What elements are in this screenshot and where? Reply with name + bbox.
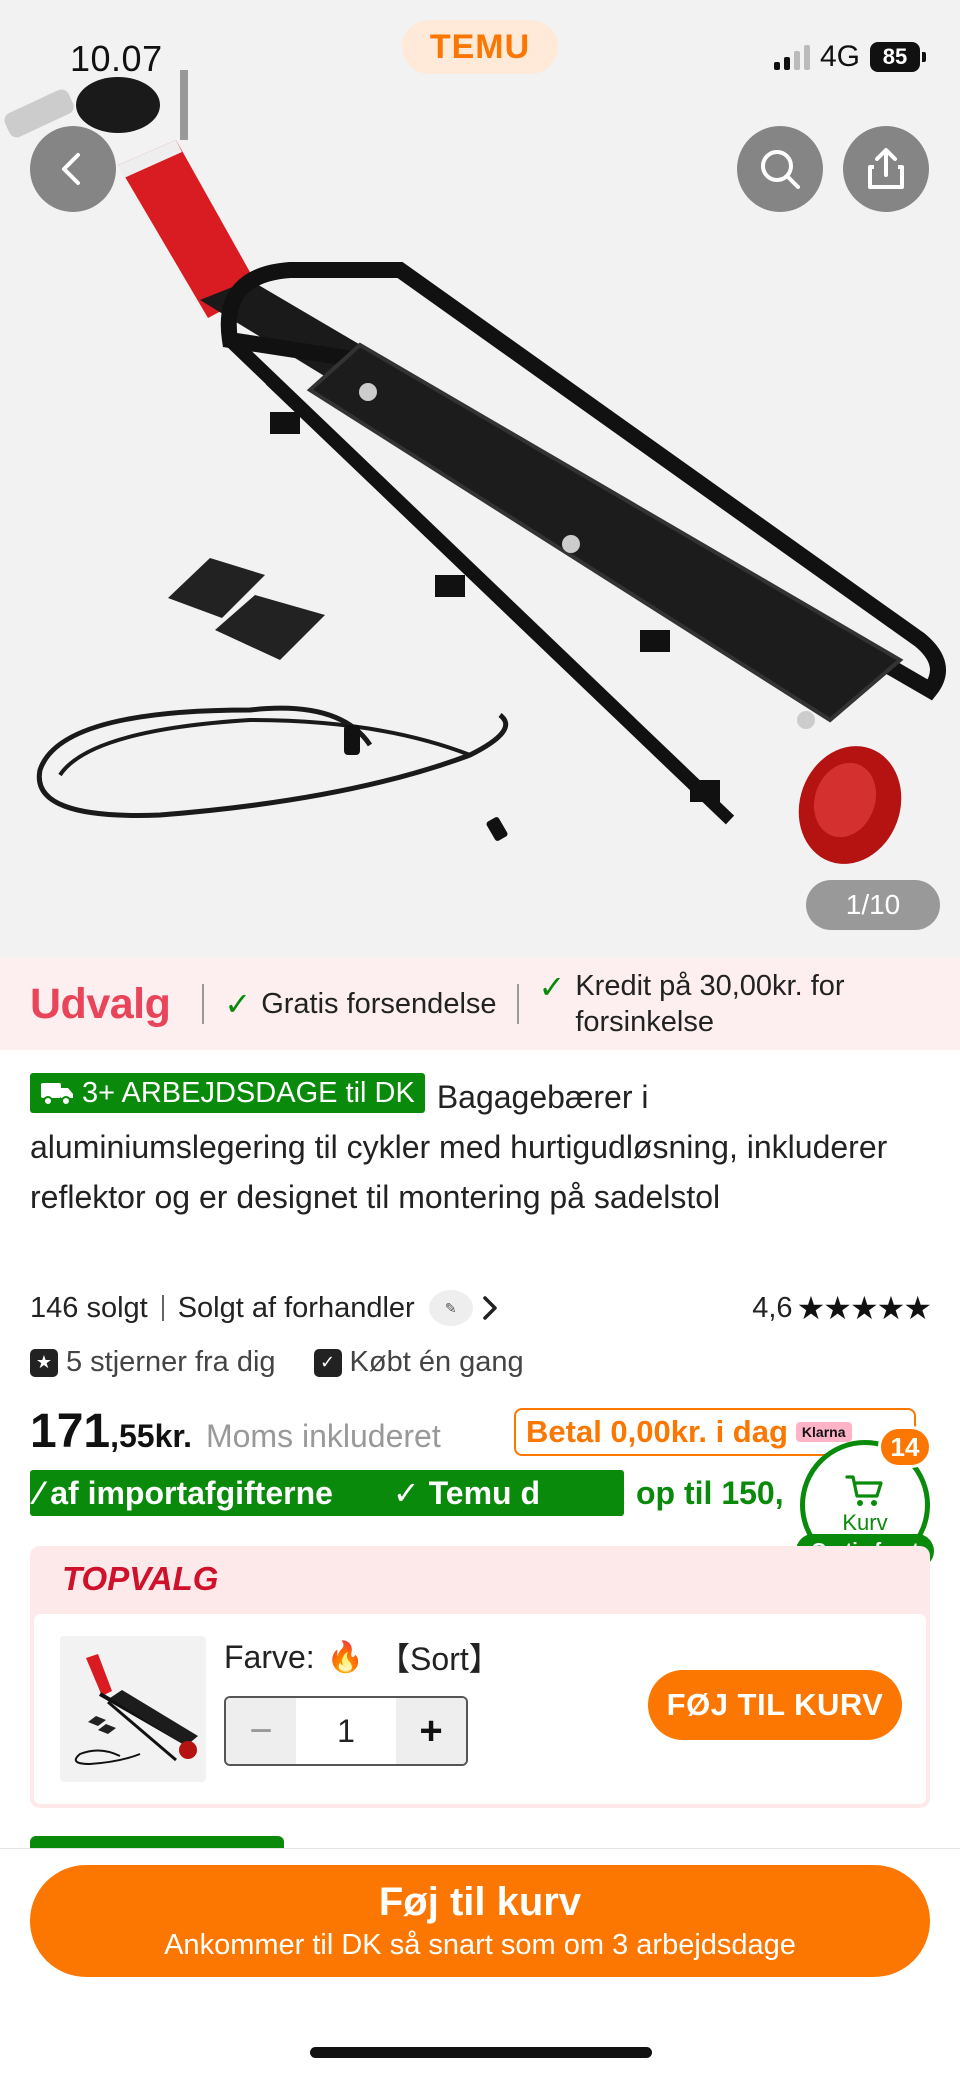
user-history-row: ★ 5 stjerner fra dig ✓ Købt én gang: [30, 1346, 524, 1379]
selection-banner[interactable]: Udvalg ✓ Gratis forsendelse ✓ Kredit på …: [0, 958, 960, 1050]
promo-upto-text: op til 150,: [636, 1474, 784, 1511]
cart-label: Kurv: [842, 1510, 888, 1535]
network-label: 4G: [819, 40, 860, 73]
sold-count: 146 solgt: [30, 1291, 148, 1324]
truck-icon: [41, 1083, 73, 1106]
quantity-value[interactable]: 1: [296, 1698, 396, 1764]
product-title-block: 3+ ARBEJDSDAGE til DK Bagagebærer i alum…: [30, 1072, 930, 1222]
share-icon: [868, 148, 904, 189]
promo-ticker[interactable]: ⁄ af importafgifterne ✓ Temu d op til 15…: [30, 1470, 930, 1516]
divider: [161, 1295, 164, 1321]
klarna-logo: Klarna: [795, 1422, 852, 1442]
bottom-action-bar: Føj til kurv Ankommer til DK så snart so…: [0, 1848, 960, 2079]
rating-value: 4,6: [752, 1291, 793, 1324]
add-to-cart-small-button[interactable]: FØJ TIL KURV: [648, 1670, 902, 1740]
color-label: Farve:: [224, 1638, 315, 1675]
product-image-gallery[interactable]: 10.07 TEMU 4G 85 1/10: [0, 0, 960, 958]
promo-temu-text: ✓ Temu d: [392, 1475, 541, 1511]
battery-icon: 85: [870, 42, 926, 72]
bag-icon: ✓: [313, 1348, 342, 1377]
image-counter: 1/10: [806, 880, 940, 930]
add-to-cart-label: Føj til kurv: [378, 1880, 582, 1924]
divider: [516, 984, 519, 1024]
delay-credit-label: Kredit på 30,00kr. for forsinkelse: [575, 970, 845, 1038]
promo-import-text: ⁄ af importafgifterne: [36, 1474, 333, 1511]
product-image: [4, 70, 946, 864]
temu-logo[interactable]: TEMU: [402, 20, 558, 74]
check-icon: ✓: [538, 969, 566, 1005]
bought-once: Købt én gang: [349, 1346, 524, 1378]
price-integer: 171: [30, 1405, 111, 1458]
shipping-badge: 3+ ARBEJDSDAGE til DK: [30, 1073, 425, 1113]
product-thumbnail[interactable]: [60, 1636, 206, 1782]
product-thumbnail-image: [74, 1654, 198, 1766]
color-selector[interactable]: Farve: 🔥 【Sort】: [224, 1634, 501, 1680]
decrease-button[interactable]: −: [226, 1698, 296, 1764]
share-button[interactable]: [843, 126, 929, 212]
back-button[interactable]: [30, 126, 116, 212]
delay-credit-benefit: ✓ Kredit på 30,00kr. for forsinkelse: [539, 968, 946, 1040]
cart-icon: [845, 1475, 883, 1506]
promo-banner: ⁄ af importafgifterne ✓ Temu d: [30, 1470, 624, 1516]
signal-icon: [773, 44, 810, 70]
price-decimal: ,55: [110, 1418, 155, 1454]
chevron-left-icon: [62, 153, 80, 185]
free-shipping-benefit: ✓ Gratis forsendelse: [224, 985, 496, 1023]
top-pick-title: TOPVALG: [62, 1560, 219, 1597]
color-value: 【Sort】: [378, 1641, 501, 1677]
klarna-text: Betal 0,00kr. i dag: [526, 1414, 788, 1449]
top-pick-card: TOPVALG Farve: 🔥 【Sort】 − 1 + FØJ TIL KU: [30, 1546, 930, 1808]
increase-button[interactable]: +: [396, 1698, 466, 1764]
check-icon: ✓: [224, 986, 252, 1022]
flame-icon: 🔥: [326, 1640, 365, 1674]
quantity-stepper: − 1 +: [224, 1696, 468, 1766]
own-rating: 5 stjerner fra dig: [66, 1346, 276, 1378]
chevron-right-icon[interactable]: [479, 1293, 501, 1323]
price-row: 171 ,55 kr. Moms inkluderet Betal 0,00kr…: [30, 1404, 930, 1464]
shipping-badge-label: 3+ ARBEJDSDAGE til DK: [82, 1077, 415, 1109]
home-indicator[interactable]: [310, 2047, 652, 2058]
price-currency: kr.: [154, 1418, 192, 1454]
divider: [202, 984, 205, 1024]
free-shipping-label: Gratis forsendelse: [261, 987, 497, 1020]
seller-logo[interactable]: ✎: [428, 1290, 473, 1326]
rating[interactable]: 4,6 ★★★★★: [752, 1289, 932, 1327]
status-indicators: 4G 85: [773, 40, 926, 74]
star-review-icon: ★: [30, 1348, 58, 1377]
star-rating-icon: ★★★★★: [796, 1290, 932, 1326]
seller-link[interactable]: Solgt af forhandler: [178, 1292, 415, 1325]
search-icon: [761, 150, 800, 189]
udvalg-label: Udvalg: [30, 979, 171, 1028]
arrival-note: Ankommer til DK så snart som om 3 arbejd…: [164, 1929, 796, 1961]
cart-count-badge: 14: [878, 1426, 932, 1468]
status-time: 10.07: [70, 38, 163, 79]
search-button[interactable]: [737, 126, 823, 212]
add-to-cart-button[interactable]: Føj til kurv Ankommer til DK så snart so…: [30, 1865, 930, 1977]
vat-note: Moms inkluderet: [205, 1418, 441, 1454]
sales-seller-row: 146 solgt Solgt af forhandler ✎ 4,6 ★★★★…: [30, 1288, 932, 1328]
top-pick-item: Farve: 🔥 【Sort】 − 1 + FØJ TIL KURV: [34, 1614, 926, 1804]
